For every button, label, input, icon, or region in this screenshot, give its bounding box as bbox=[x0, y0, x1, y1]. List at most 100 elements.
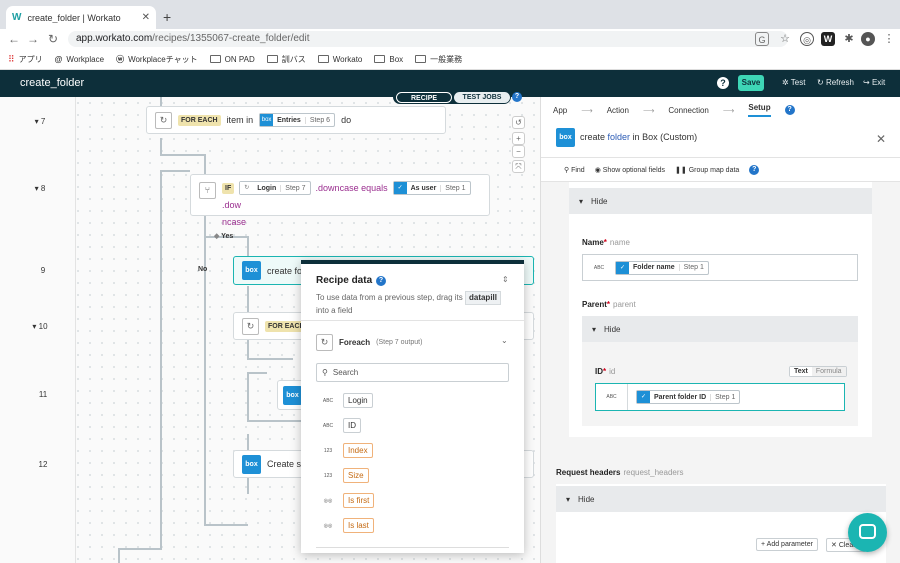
connector bbox=[118, 548, 162, 550]
bookmark-general[interactable]: 一般業務 bbox=[415, 54, 462, 65]
reload-icon[interactable]: ↻ bbox=[45, 32, 61, 46]
box-logo-icon: box bbox=[242, 261, 261, 280]
close-icon[interactable]: ✕ bbox=[876, 132, 886, 146]
foreach-source-header[interactable]: ↻ Foreach (Step 7 output) bbox=[316, 334, 422, 351]
hide-toggle-headers[interactable]: ▾ Hide bbox=[556, 486, 886, 512]
check-icon: ✓ bbox=[616, 261, 629, 274]
arrow-right-icon: ⟶ bbox=[642, 105, 655, 115]
close-tab-icon[interactable]: ✕ bbox=[142, 12, 150, 23]
datapill-index[interactable]: 123 Index bbox=[321, 443, 373, 458]
extension-icon[interactable]: ◎ bbox=[800, 32, 814, 46]
bookmark-workplace[interactable]: @ Workplace bbox=[55, 55, 104, 64]
help-icon[interactable]: ? bbox=[784, 105, 795, 115]
drag-handle-icon[interactable]: ⇕ bbox=[502, 275, 509, 284]
step-foreach[interactable]: ↻ FOR EACH item in box Entries Step 6 do bbox=[146, 106, 446, 134]
zoom-out-icon[interactable]: − bbox=[512, 145, 525, 158]
check-icon: ✓ bbox=[637, 391, 650, 403]
line-number-7: ▾ 7 bbox=[34, 117, 46, 126]
as-user-datapill[interactable]: ✓ As user Step 1 bbox=[392, 181, 471, 195]
divider bbox=[316, 547, 509, 548]
connector bbox=[204, 216, 206, 526]
line-number-8: ▾ 8 bbox=[34, 184, 46, 193]
chat-support-icon[interactable] bbox=[848, 513, 887, 552]
bookmark-on-pad[interactable]: ON PAD bbox=[209, 55, 255, 64]
folder-icon bbox=[266, 55, 278, 63]
translate-icon[interactable]: G bbox=[755, 32, 769, 46]
step-toolbar: ⚲ Find ◉ Show optional fields ❚❚ Group m… bbox=[541, 158, 900, 182]
step-if[interactable]: ⑂ IF ↻ Login Step 7 .downcase equals ✓ As u… bbox=[190, 174, 490, 227]
datapill-search-input[interactable]: ⚲ Search bbox=[316, 363, 509, 382]
folder-name-datapill[interactable]: ✓ Folder name Step 1 bbox=[615, 260, 709, 275]
id-field-label: ID* id bbox=[595, 367, 616, 376]
dow-text: .dow bbox=[222, 200, 242, 210]
entries-datapill[interactable]: box Entries Step 6 bbox=[259, 113, 336, 127]
help-icon[interactable]: ? bbox=[749, 164, 760, 175]
tab-test-jobs[interactable]: TEST JOBS bbox=[454, 92, 510, 103]
bookmark-workato[interactable]: Workato bbox=[317, 55, 362, 64]
recipe-data-description: To use data from a previous step, drag i… bbox=[316, 291, 511, 317]
parent-id-input[interactable]: ABC ✓ Parent folder ID Step 1 bbox=[595, 383, 845, 411]
fit-screen-icon[interactable]: ⤧ bbox=[512, 160, 525, 173]
datapill-id[interactable]: ABC ID bbox=[321, 418, 361, 433]
eye-icon: ◉ bbox=[594, 166, 603, 174]
search-icon: ⚲ bbox=[322, 368, 328, 377]
test-button[interactable]: ✲ Test bbox=[782, 78, 805, 87]
login-datapill[interactable]: ↻ Login Step 7 bbox=[239, 181, 311, 195]
exit-button[interactable]: ↪ Exit bbox=[863, 78, 885, 87]
bookmark-kunbasu[interactable]: 訓バス bbox=[266, 54, 306, 65]
url-field[interactable]: app.workato.com/recipes/1355067-create_f… bbox=[68, 31, 788, 47]
help-icon[interactable]: ? bbox=[512, 92, 522, 102]
parent-folder-id-datapill[interactable]: ✓ Parent folder ID Step 1 bbox=[636, 390, 741, 404]
help-icon[interactable]: ? bbox=[376, 276, 386, 286]
hide-toggle[interactable]: ▾ Hide bbox=[569, 188, 872, 214]
box-logo-icon: box bbox=[556, 128, 575, 147]
add-parameter-button[interactable]: + Add parameter bbox=[756, 538, 818, 551]
workato-extension-icon[interactable]: W bbox=[821, 32, 835, 46]
crumb-setup[interactable]: Setup bbox=[748, 103, 771, 117]
tab-recipe[interactable]: RECIPE bbox=[396, 92, 452, 103]
caret-down-icon: ▾ bbox=[579, 196, 584, 206]
show-optional-fields-button[interactable]: ◉ Show optional fields bbox=[595, 166, 665, 174]
save-button[interactable]: Save bbox=[738, 75, 764, 91]
hide-toggle-parent[interactable]: ▾ Hide bbox=[582, 316, 858, 342]
connector bbox=[247, 434, 249, 450]
crumb-app[interactable]: App bbox=[553, 106, 567, 115]
divider bbox=[301, 320, 524, 321]
browser-tab[interactable]: W create_folder | Workato ✕ bbox=[6, 6, 156, 29]
connector bbox=[160, 138, 162, 154]
help-icon[interactable]: ? bbox=[717, 77, 729, 89]
connector bbox=[247, 372, 267, 374]
menu-icon[interactable]: ⋮ bbox=[882, 32, 896, 46]
workplace-icon: @ bbox=[54, 54, 63, 64]
datapill-is-last[interactable]: ◎◎ Is last bbox=[321, 518, 374, 533]
star-icon[interactable]: ☆ bbox=[778, 32, 792, 46]
profile-icon[interactable]: ● bbox=[861, 32, 875, 46]
bookmark-workplace-chat[interactable]: ⓦ Workplaceチャット bbox=[116, 54, 198, 65]
refresh-button[interactable]: ↻ Refresh bbox=[817, 78, 854, 87]
crumb-connection[interactable]: Connection bbox=[668, 106, 708, 115]
url-path: /recipes/1355067-create_folder/edit bbox=[152, 33, 310, 44]
datapill-login[interactable]: ABC Login bbox=[321, 393, 373, 408]
chevron-down-icon[interactable]: ⌄ bbox=[501, 336, 508, 345]
datapill-size[interactable]: 123 Size bbox=[321, 468, 369, 483]
repeat-icon: ↻ bbox=[242, 317, 259, 335]
back-icon[interactable]: ← bbox=[6, 32, 22, 46]
bookmark-apps[interactable]: ⠿ アプリ bbox=[8, 54, 43, 65]
bookmark-box[interactable]: Box bbox=[374, 55, 403, 64]
undo-icon[interactable]: ↺ bbox=[512, 116, 525, 129]
new-tab-button[interactable]: + bbox=[163, 9, 171, 25]
connector bbox=[160, 170, 190, 172]
recipe-name[interactable]: create_folder bbox=[20, 77, 84, 89]
forward-icon[interactable]: → bbox=[25, 32, 41, 46]
formula-mode-button[interactable]: Formula bbox=[811, 367, 846, 376]
group-map-data-button[interactable]: ❚❚ Group map data bbox=[675, 166, 739, 174]
puzzle-icon[interactable]: ✱ bbox=[842, 32, 856, 46]
text-mode-button[interactable]: Text bbox=[790, 367, 812, 376]
name-input[interactable]: ABC ✓ Folder name Step 1 bbox=[582, 254, 858, 281]
zoom-in-icon[interactable]: + bbox=[512, 132, 525, 145]
datapill-is-first[interactable]: ◎◎ Is first bbox=[321, 493, 375, 508]
crumb-action[interactable]: Action bbox=[607, 106, 629, 115]
find-button[interactable]: ⚲ Find bbox=[564, 166, 585, 174]
tab-title: create_folder | Workato bbox=[27, 12, 121, 23]
foreach-item-text: item in bbox=[226, 115, 254, 125]
